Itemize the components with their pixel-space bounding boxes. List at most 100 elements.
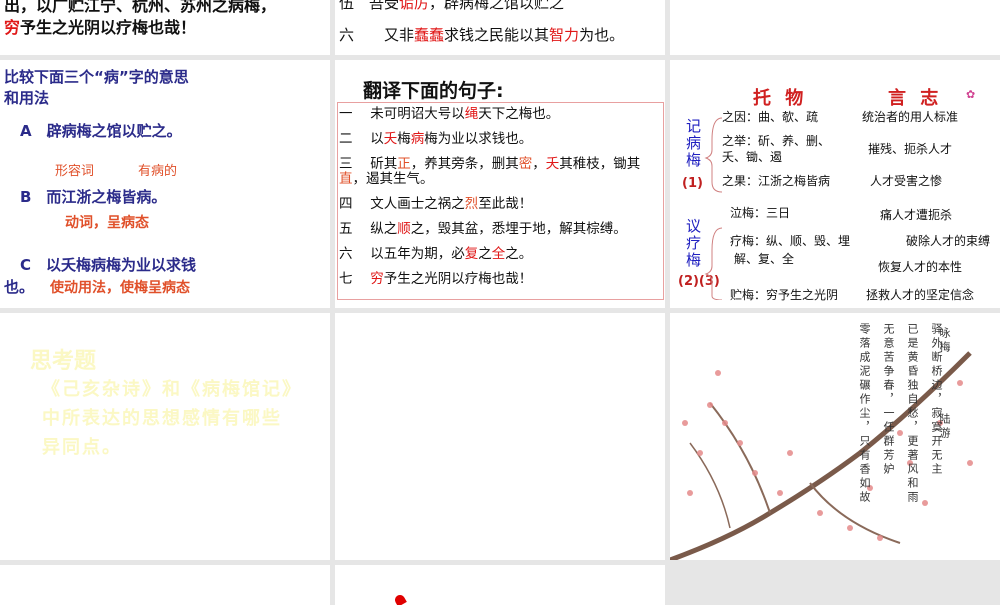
slide4-item-c-2: 也。 [4,278,35,296]
translation-sentence: 三 斫其正，养其旁条，删其密，夭其稚枝，锄其直，遏其生气。 [339,157,661,187]
slide6-row5-right: 破除人才的束缚 [906,234,991,248]
text-segment: ，养其旁条，删其 [410,156,519,172]
poem-column: 无意苦争春，一任群芳妒 [882,323,895,477]
slide4-item-c: C 以夭梅病梅为业以求钱 [20,256,197,274]
slide6-row6-left: 贮梅：穷予生之光阴 [730,288,839,302]
slide4-a-note-pos: 形容词 [55,164,95,179]
slide2-line2: 六 又非蠢蠢求钱之民能以其智力为也。 [339,24,624,45]
slide-thumbnail-6[interactable]: 托 物 言 志 ✿ 记病梅 (1) 议疗梅 (2)(3) 之因：曲、欹、疏 统治… [670,60,1000,308]
highlighted-text: 顺 [397,221,411,237]
slide-thumbnail-11[interactable] [335,565,665,605]
slide6-row4-right: 痛人才遭扼杀 [880,208,953,222]
slide7-title: 思考题 [30,349,97,374]
slide-thumbnail-7[interactable]: 思考题 《己亥杂诗》和《病梅馆记》中所表达的思想感情有哪些异同点。 [0,313,330,560]
slide-thumbnail-2[interactable]: 伍 吾受诟厉，辟病梅之馆以贮之 六 又非蠢蠢求钱之民能以其智力为也。 [335,0,665,55]
text-segment: ， [532,156,546,172]
translation-sentence: 二 以夭梅病梅为业以求钱也。 [339,132,661,147]
slide4-item-a: A 辟病梅之馆以贮之。 [20,122,182,140]
brace-icons [704,117,723,300]
text-segment: 一 未可明诏大号以 [339,106,465,122]
slide-thumbnail-10[interactable] [0,565,330,605]
text-segment: 为也。 [579,26,625,44]
slide6-row5-left: 疗梅：纵、顺、毁、埋 [730,234,851,248]
text-segment: 六 以五年为期，必 [339,246,465,262]
text-segment: 六 又非 [339,26,415,44]
slide2-line1: 伍 吾受诟厉，辟病梅之馆以贮之 [339,0,564,13]
slide6-row1-left: 之因：曲、欹、疏 [722,110,819,124]
slide1-line2: 穷予生之光阴以疗梅也哉！ [4,14,196,38]
slide6-row1-right: 统治者的用人标准 [862,110,959,124]
slide-thumbnail-3[interactable] [670,0,1000,55]
text-segment: 其稚枝，锄其 [559,156,641,172]
text-segment: 五 纵之 [339,221,398,237]
poem-column: 零落成泥碾作尘，只有香如故 [858,323,871,505]
highlighted-text: 密 [518,156,533,172]
red-arrow-shape [393,593,407,605]
highlighted-text: 正 [397,156,411,172]
slide6-row5-left-2: 解、复、全 [734,252,795,266]
highlighted-text: 诟厉 [399,0,430,12]
slide4-b-note: 动词，呈病态 [65,215,149,231]
highlighted-text: 智力 [549,26,580,44]
flower-icon: ✿ [966,88,976,101]
translation-sentence: 五 纵之顺之，毁其盆，悉埋于地，解其棕缚。 [339,222,661,237]
slide7-body: 《己亥杂诗》和《病梅馆记》中所表达的思想感情有哪些异同点。 [42,379,293,458]
slide6-row6-right: 拯救人才的坚定信念 [866,288,975,302]
highlighted-text: 烈 [464,196,479,212]
highlighted-text: 全 [491,246,506,262]
translation-sentence: 一 未可明诏大号以绳天下之梅也。 [339,107,661,122]
slide4-item-b: B 而江浙之梅皆病。 [20,188,167,206]
slide6-group1-num: (1) [682,176,703,191]
text-segment: 七 [339,271,371,287]
translation-sentence: 六 以五年为期，必复之全之。 [339,247,661,262]
highlighted-text: 直 [339,171,353,187]
slide5-sentence-list: 一 未可明诏大号以绳天下之梅也。二 以夭梅病梅为业以求钱也。三 斫其正，养其旁条… [339,104,661,297]
poem-column: 驿外断桥边，寂寞开无主 [930,323,943,477]
slide4-title: 比较下面三个“病”字的意思 [4,68,189,86]
text-segment: 梅为业以求钱也。 [424,131,533,147]
slide-thumbnail-5[interactable]: 翻译下面的句子: 一 未可明诏大号以绳天下之梅也。二 以夭梅病梅为业以求钱也。三… [335,60,665,308]
text-segment: 之，毁其盆，悉埋于地，解其棕缚。 [410,221,627,237]
poem-column: 已是黄昏独自愁，更著风和雨 [906,323,919,505]
slide6-row2-left-2: 夭、锄、遏 [722,150,783,164]
translation-sentence: 四 文人画士之祸之烈至此哉！ [339,197,661,212]
highlighted-text: 病 [410,131,425,147]
poem-columns: 驿外断桥边，寂寞开无主 已是黄昏独自愁，更著风和雨 无意苦争春，一任群芳妒 零落成泥碾… [856,323,944,505]
text-segment: 予生之光阴以疗梅也哉！ [20,18,197,37]
slide6-row2-left: 之举：斫、养、删、 [722,134,831,148]
slide6-head-left: 托 物 [753,88,808,109]
highlighted-text: 绳 [464,106,479,122]
highlighted-text: 蠢蠢 [414,26,445,44]
slide6-head-right: 言 志 [888,88,943,109]
highlighted-text: 穷 [370,271,384,287]
slide-thumbnail-9[interactable]: 咏梅 陆游 驿外断桥边，寂寞开无主 已是黄昏独自愁，更著风和雨 无意苦争春，一任群芳… [670,313,1000,560]
highlighted-text: 复 [464,246,479,262]
slide4-a-note-meaning: 有病的 [138,164,178,179]
slide6-row5-right-2: 恢复人才的本性 [878,260,963,274]
slide6-row2-right: 摧残、扼杀人才 [868,142,953,156]
slide-thumbnail-4[interactable]: 比较下面三个“病”字的意思 和用法 A 辟病梅之馆以贮之。 形容词 有病的 B … [0,60,330,308]
slide6-row3-right: 人才受害之惨 [870,174,943,188]
highlighted-text: 夭 [545,156,560,172]
translation-sentence: 七 穷予生之光阴以疗梅也哉！ [339,272,661,287]
slide-thumbnail-8[interactable] [335,313,665,560]
text-segment: 四 文人画士之祸之 [339,196,465,212]
text-segment: 二 以 [339,131,384,147]
text-segment: ，辟病梅之馆以贮之 [429,0,565,12]
slide6-row4-left: 泣梅：三日 [730,206,791,220]
slide4-c-note: 使动用法，使梅呈病态 [50,280,190,296]
text-segment: ，遏其生气。 [352,171,434,187]
slide-thumbnail-1[interactable]: 出，以广贮江宁、杭州、苏州之病梅， 穷予生之光阴以疗梅也哉！ [0,0,330,55]
highlighted-text: 穷 [4,18,21,37]
highlighted-text: 夭 [383,131,398,147]
text-segment: 之。 [505,246,533,262]
slide5-title: 翻译下面的句子: [363,80,504,102]
slide6-row3-left: 之果：江浙之梅皆病 [722,174,831,188]
text-segment: 至此哉！ [478,196,533,212]
slide6-group1-label: 记病梅 [686,117,702,169]
text-segment: 予生之光阴以疗梅也哉！ [383,271,533,287]
slide4-title-2: 和用法 [4,89,50,107]
text-segment: 天下之梅也。 [478,106,560,122]
text-segment: 三 斫其 [339,156,398,172]
text-segment: 梅 [397,131,411,147]
